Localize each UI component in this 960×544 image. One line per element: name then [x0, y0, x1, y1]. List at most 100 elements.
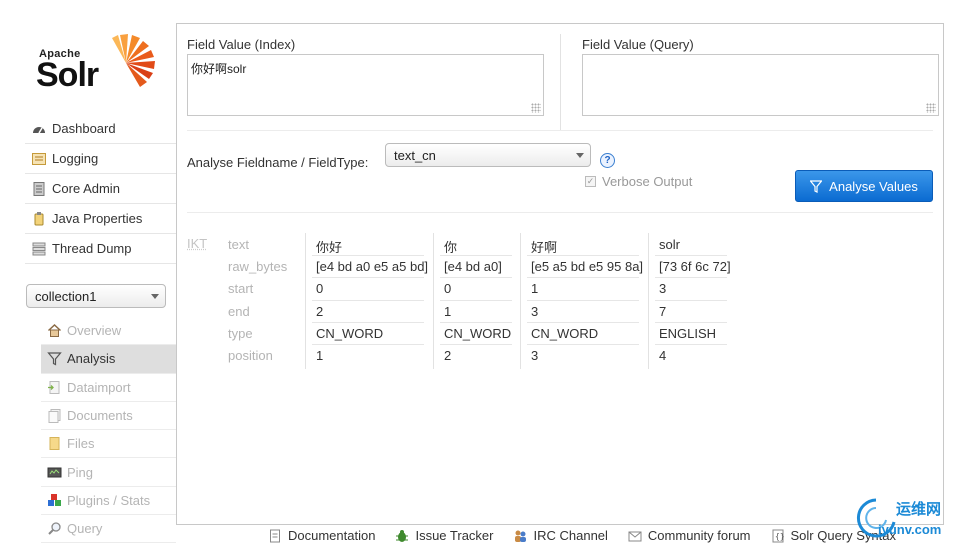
row-divider: [655, 344, 727, 345]
table-row: type CN_WORD CN_WORD CN_WORD ENGLISH: [187, 322, 747, 344]
row-divider: [527, 255, 639, 256]
token-cell: 1: [444, 304, 452, 319]
fieldtype-select[interactable]: text_cn: [385, 143, 591, 167]
row-divider: [527, 300, 639, 301]
nav-core-admin[interactable]: Core Admin: [25, 174, 177, 204]
mail-icon: [628, 529, 642, 543]
analyse-values-label: Analyse Values: [829, 178, 918, 194]
core-nav-query-label: Query: [67, 521, 103, 537]
token-cell: 2: [444, 348, 452, 363]
divider: [187, 212, 933, 213]
core-selector[interactable]: collection1: [26, 284, 166, 308]
documents-icon: [47, 408, 62, 424]
core-nav-analysis[interactable]: Analysis: [41, 345, 176, 374]
core-nav-analysis-label: Analysis: [67, 351, 116, 367]
main-nav: Dashboard Logging Core Admin Java Proper…: [25, 114, 177, 264]
index-field-value: 你好啊solr: [191, 62, 247, 76]
core-nav-documents[interactable]: Documents: [41, 402, 176, 431]
core-nav-dataimport[interactable]: Dataimport: [41, 374, 176, 402]
row-divider: [655, 322, 727, 323]
row-divider: [312, 255, 424, 256]
irc-icon: [513, 529, 527, 543]
query-icon: [47, 521, 62, 536]
core-selector-value: collection1: [35, 288, 97, 304]
chevron-down-icon: [576, 153, 584, 158]
core-nav-dataimport-label: Dataimport: [67, 379, 131, 395]
resize-grip-icon[interactable]: [531, 103, 541, 113]
fieldtype-value: text_cn: [394, 147, 436, 163]
index-field-input[interactable]: 你好啊solr: [187, 54, 544, 116]
table-row: end 2 1 3 7: [187, 300, 747, 322]
token-cell: 4: [659, 348, 667, 363]
row-name-type: type: [228, 326, 253, 341]
table-row: text 你好 你 好啊 solr: [187, 233, 747, 255]
solr-logo[interactable]: Apache Solr: [36, 32, 160, 96]
nav-logging[interactable]: Logging: [25, 144, 177, 174]
row-divider: [440, 322, 512, 323]
table-row: position 1 2 3 4: [187, 344, 747, 366]
fieldtype-label: Analyse Fieldname / FieldType:: [187, 155, 369, 170]
row-divider: [440, 300, 512, 301]
row-divider: [527, 277, 639, 278]
token-cell: CN_WORD: [316, 326, 384, 341]
watermark: 运维网 iyunv.com: [856, 494, 960, 544]
row-divider: [312, 277, 424, 278]
query-field-input[interactable]: [582, 54, 939, 116]
nav-logging-label: Logging: [52, 151, 99, 166]
footer-documentation-link[interactable]: Documentation: [268, 528, 375, 543]
token-cell: 1: [316, 348, 324, 363]
core-nav-overview[interactable]: Overview: [41, 317, 176, 346]
java-properties-icon: [31, 211, 47, 227]
footer-issue-tracker-link[interactable]: Issue Tracker: [395, 528, 493, 543]
core-nav-plugins[interactable]: Plugins / Stats: [41, 487, 176, 516]
core-nav-ping-label: Ping: [67, 464, 94, 480]
footer-community-forum-label: Community forum: [647, 528, 751, 543]
analyse-values-button[interactable]: Analyse Values: [795, 170, 933, 202]
row-name-raw-bytes: raw_bytes: [228, 259, 288, 274]
row-divider: [655, 300, 727, 301]
token-cell: [e4 bd a0]: [444, 259, 502, 274]
nav-dashboard[interactable]: Dashboard: [25, 114, 177, 144]
core-nav-query[interactable]: Query: [41, 515, 176, 544]
footer-documentation-label: Documentation: [288, 528, 376, 543]
core-nav-plugins-label: Plugins / Stats: [67, 492, 151, 508]
row-name-position: position: [228, 348, 273, 363]
query-syntax-icon: {}: [771, 529, 785, 543]
watermark-domain: iyunv.com: [878, 522, 942, 537]
token-cell: 0: [444, 281, 452, 296]
help-icon[interactable]: ?: [600, 153, 615, 168]
documentation-icon: [268, 529, 282, 543]
token-cell: [e4 bd a0 e5 a5 bd]: [316, 259, 429, 274]
footer-community-forum-link[interactable]: Community forum: [628, 528, 751, 543]
core-nav-ping[interactable]: Ping: [41, 458, 176, 487]
row-divider: [527, 322, 639, 323]
token-cell: ENGLISH: [659, 326, 717, 341]
dashboard-icon: [31, 121, 47, 137]
bug-icon: [395, 529, 409, 543]
resize-grip-icon[interactable]: [926, 103, 936, 113]
core-nav-documents-label: Documents: [67, 408, 133, 424]
nav-dashboard-label: Dashboard: [52, 121, 116, 136]
thread-dump-icon: [31, 241, 47, 257]
verbose-output-checkbox[interactable]: ✓ Verbose Output: [585, 174, 692, 189]
footer-issue-tracker-label: Issue Tracker: [415, 528, 494, 543]
ping-icon: [47, 465, 62, 480]
core-nav-files-label: Files: [67, 436, 95, 452]
token-cell: 3: [531, 304, 539, 319]
footer-links: Documentation Issue Tracker IRC Channel …: [268, 528, 916, 543]
checkbox-checked-icon[interactable]: ✓: [585, 176, 596, 187]
token-cell: 7: [659, 304, 667, 319]
core-nav: Overview Analysis Dataimport Documents F…: [41, 317, 176, 544]
core-nav-files[interactable]: Files: [41, 430, 176, 459]
row-divider: [440, 344, 512, 345]
token-cell: 你: [444, 240, 458, 255]
filter-icon: [810, 179, 823, 193]
token-cell: 1: [531, 281, 539, 296]
row-divider: [312, 322, 424, 323]
nav-thread-dump[interactable]: Thread Dump: [25, 234, 177, 264]
row-name-text: text: [228, 237, 249, 252]
logging-icon: [31, 151, 47, 167]
footer-irc-channel-link[interactable]: IRC Channel: [513, 528, 608, 543]
nav-java-properties[interactable]: Java Properties: [25, 204, 177, 234]
row-divider: [312, 300, 424, 301]
